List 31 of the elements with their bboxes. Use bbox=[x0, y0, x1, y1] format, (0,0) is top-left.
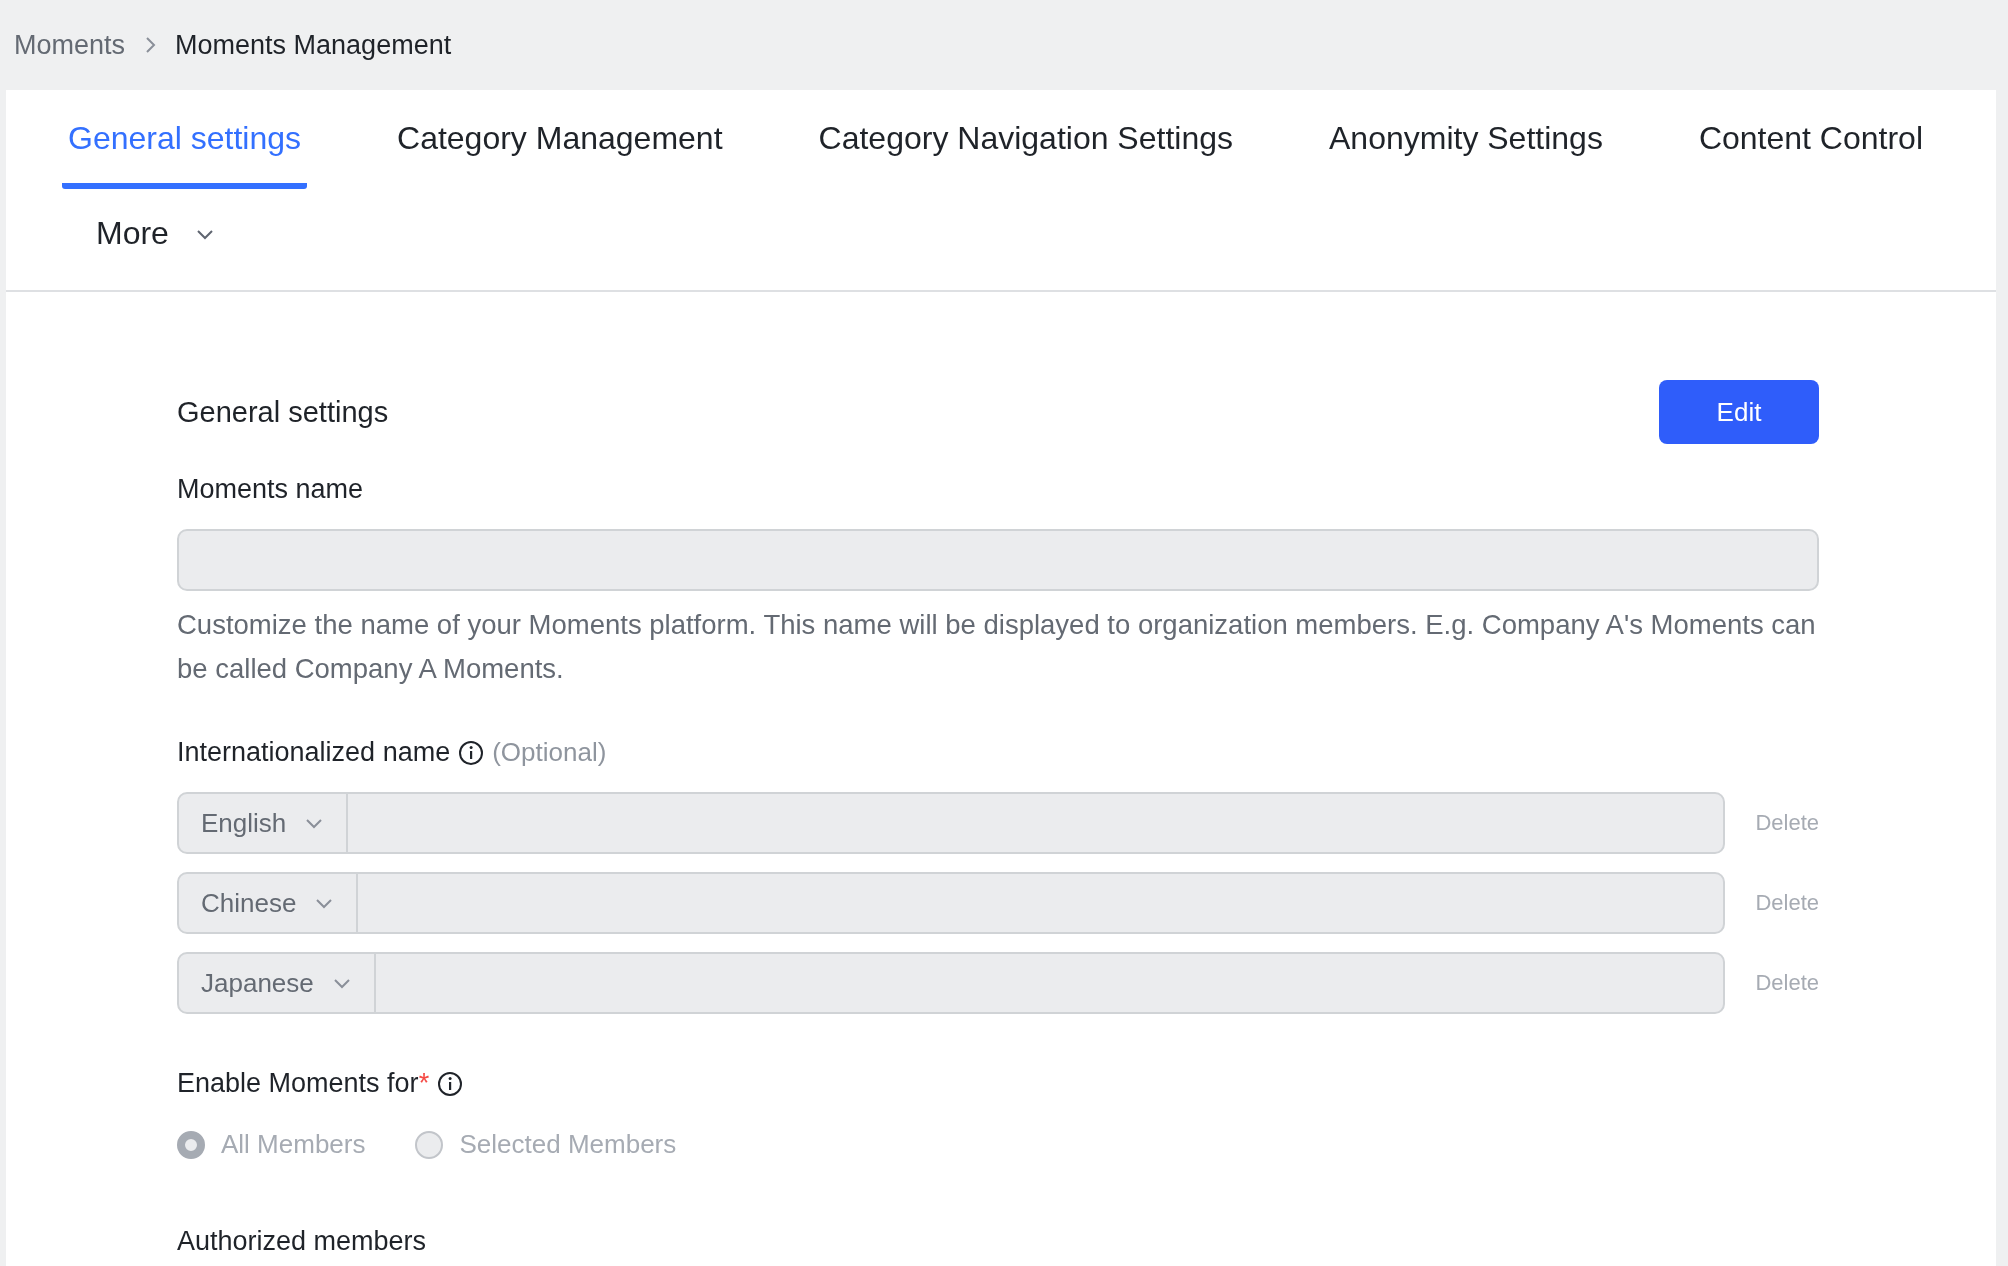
delete-link[interactable]: Delete bbox=[1755, 890, 1819, 916]
chevron-down-icon bbox=[304, 816, 325, 830]
help-text: Customize the name of your Moments platform. This name will be displayed to organization members. E.g. Company A's Moments can be called Company A Moments. bbox=[177, 608, 1817, 686]
tab[interactable]: Content Control bbox=[1692, 90, 1929, 189]
delete-link[interactable]: Delete bbox=[1755, 810, 1819, 836]
field-label: Authorized members bbox=[177, 1226, 427, 1257]
language-select[interactable]: English bbox=[179, 794, 349, 852]
info-icon bbox=[458, 739, 485, 766]
language-input-field[interactable]: Japanese bbox=[177, 952, 1726, 1014]
breadcrumb-link[interactable]: Moments bbox=[14, 29, 126, 61]
language-input-field[interactable]: Chinese bbox=[177, 872, 1726, 934]
field-label: Moments name bbox=[177, 474, 364, 505]
tab[interactable]: Category Navigation Settings bbox=[812, 90, 1239, 189]
language-select[interactable]: Chinese bbox=[179, 874, 359, 932]
chevron-down-icon bbox=[331, 976, 352, 990]
edit-button[interactable]: Edit bbox=[1659, 380, 1819, 444]
more-tab[interactable]: More bbox=[90, 189, 221, 290]
language-input-field[interactable]: English bbox=[177, 792, 1726, 854]
section-title: General settings bbox=[177, 395, 389, 429]
breadcrumb-current: Moments Management bbox=[175, 29, 452, 61]
delete-link[interactable]: Delete bbox=[1755, 970, 1819, 996]
chevron-right-icon bbox=[143, 35, 158, 55]
language-select[interactable]: Japanese bbox=[179, 954, 376, 1012]
field-label: Enable Moments for* bbox=[177, 1068, 430, 1099]
tab[interactable]: General settings bbox=[62, 90, 307, 189]
tab[interactable]: Category Management bbox=[391, 90, 729, 189]
tab[interactable]: Anonymity Settings bbox=[1323, 90, 1609, 189]
field-label: Internationalized name bbox=[177, 737, 451, 768]
chevron-down-icon bbox=[314, 896, 335, 910]
info-icon bbox=[437, 1070, 464, 1097]
optional-hint: (Optional) bbox=[492, 737, 607, 768]
